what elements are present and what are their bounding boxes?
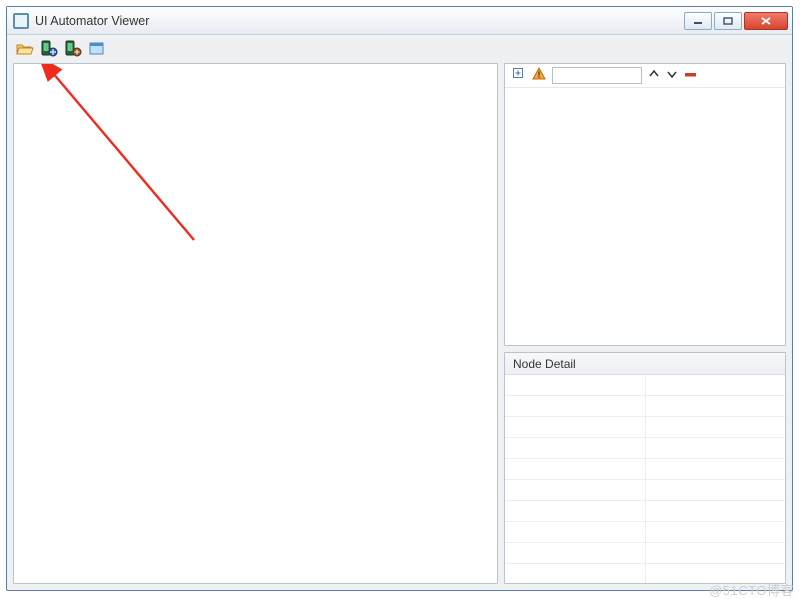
clear-button[interactable] bbox=[87, 39, 107, 59]
table-row bbox=[646, 396, 785, 417]
chevron-down-icon bbox=[666, 68, 678, 80]
node-detail-key-col bbox=[505, 375, 645, 583]
toolbar bbox=[7, 35, 792, 63]
table-row bbox=[505, 375, 645, 396]
table-row bbox=[505, 459, 645, 480]
node-detail-panel: Node Detail bbox=[504, 352, 786, 584]
search-next-button[interactable] bbox=[666, 68, 678, 83]
chevron-up-icon bbox=[648, 68, 660, 80]
device-screenshot-compressed-button[interactable] bbox=[63, 39, 83, 59]
maximize-button[interactable] bbox=[714, 12, 742, 30]
close-button[interactable] bbox=[744, 12, 788, 30]
window-buttons bbox=[684, 12, 788, 30]
table-row bbox=[505, 417, 645, 438]
document-icon bbox=[89, 42, 105, 56]
expand-all-icon bbox=[512, 67, 526, 81]
minimize-icon bbox=[693, 17, 703, 25]
table-row bbox=[505, 543, 645, 564]
device-screenshot-compressed-icon bbox=[64, 40, 82, 58]
window-title: UI Automator Viewer bbox=[35, 14, 149, 28]
hierarchy-panel bbox=[504, 63, 786, 346]
hierarchy-toolbar bbox=[505, 64, 785, 88]
table-row bbox=[646, 522, 785, 543]
node-detail-title: Node Detail bbox=[505, 353, 785, 375]
app-icon bbox=[13, 13, 29, 29]
expand-all-button[interactable] bbox=[512, 67, 526, 84]
table-row bbox=[646, 375, 785, 396]
window: UI Automator Viewer bbox=[6, 6, 793, 591]
table-row bbox=[646, 543, 785, 564]
client-area: Node Detail bbox=[13, 63, 786, 584]
table-row bbox=[505, 522, 645, 543]
minimize-button[interactable] bbox=[684, 12, 712, 30]
maximize-icon bbox=[723, 17, 733, 25]
watermark: @51CTO博客 bbox=[709, 580, 794, 599]
table-row bbox=[505, 438, 645, 459]
folder-open-icon bbox=[16, 41, 34, 57]
table-row bbox=[646, 417, 785, 438]
table-row bbox=[646, 459, 785, 480]
annotation-arrow bbox=[14, 64, 494, 584]
node-detail-table[interactable] bbox=[505, 375, 785, 583]
warning-icon bbox=[532, 67, 546, 81]
minus-icon bbox=[684, 70, 698, 80]
device-screenshot-button[interactable] bbox=[39, 39, 59, 59]
right-column: Node Detail bbox=[504, 63, 786, 584]
table-row bbox=[505, 396, 645, 417]
search-input[interactable] bbox=[552, 67, 642, 84]
table-row bbox=[646, 438, 785, 459]
close-icon bbox=[760, 17, 772, 25]
open-button[interactable] bbox=[15, 39, 35, 59]
device-screenshot-icon bbox=[40, 40, 58, 58]
table-row bbox=[646, 501, 785, 522]
delete-button[interactable] bbox=[684, 69, 698, 83]
toggle-naf-button[interactable] bbox=[532, 67, 546, 84]
titlebar: UI Automator Viewer bbox=[7, 7, 792, 35]
node-detail-val-col bbox=[645, 375, 785, 583]
table-row bbox=[505, 480, 645, 501]
search-prev-button[interactable] bbox=[648, 68, 660, 83]
table-row bbox=[646, 480, 785, 501]
table-row bbox=[505, 501, 645, 522]
hierarchy-tree[interactable] bbox=[505, 88, 785, 345]
screenshot-panel[interactable] bbox=[13, 63, 498, 584]
